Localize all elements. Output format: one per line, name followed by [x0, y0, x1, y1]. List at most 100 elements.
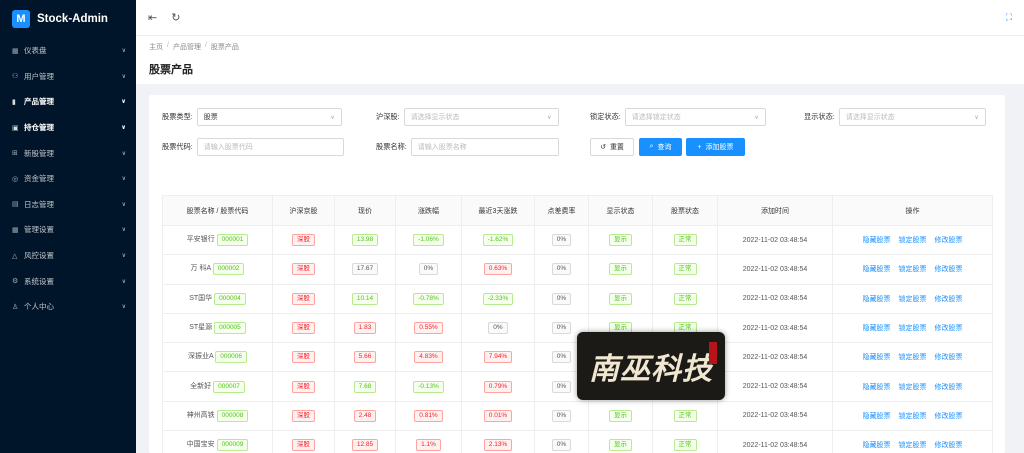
sidebar-item-position[interactable]: ▣ 持仓管理 ∨ [0, 115, 136, 141]
lock-stock-link[interactable]: 锁定股票 [899, 442, 927, 449]
ops-cell: 隐藏股票 锁定股票 修改股票 [832, 342, 993, 373]
search-icon: ⌕ [649, 143, 654, 150]
search-button[interactable]: ⌕ 查询 [639, 138, 682, 156]
hide-stock-link[interactable]: 隐藏股票 [863, 442, 891, 449]
edit-stock-link[interactable]: 修改股票 [935, 296, 963, 303]
edit-stock-link[interactable]: 修改股票 [935, 413, 963, 420]
column-header: 股票状态 [652, 195, 718, 226]
display-status-select[interactable]: 请选择显示状态 ∨ [838, 108, 986, 126]
app-logo[interactable]: M Stock-Admin [0, 0, 136, 38]
position-icon: ▣ [12, 124, 19, 132]
spread-tag: 0% [551, 263, 572, 276]
change3-tag: 2.13% [483, 439, 513, 452]
sidebar-item-log[interactable]: ▤ 日志管理 ∨ [0, 192, 136, 218]
hide-stock-link[interactable]: 隐藏股票 [863, 296, 891, 303]
lock-stock-link[interactable]: 锁定股票 [899, 325, 927, 332]
hide-stock-link[interactable]: 隐藏股票 [863, 354, 891, 361]
add-stock-button[interactable]: + 添加股票 [686, 138, 745, 156]
column-header: 点差费率 [534, 195, 589, 226]
spread-tag: 0% [551, 380, 572, 393]
sidebar-item-users[interactable]: ⚇ 用户管理 ∨ [0, 64, 136, 90]
edit-stock-link[interactable]: 修改股票 [935, 325, 963, 332]
stock-name-input[interactable]: 请输入股票名称 [410, 138, 559, 156]
change3-tag: 0.79% [483, 380, 513, 393]
edit-stock-link[interactable]: 修改股票 [935, 266, 963, 273]
market-select[interactable]: 请选择显示状态 ∨ [403, 108, 559, 126]
spread-tag: 0% [551, 292, 572, 305]
change-tag: 4.83% [414, 351, 443, 364]
breadcrumb-product[interactable]: 产品管理 [173, 42, 201, 52]
sidebar-item-dashboard[interactable]: ▦ 仪表盘 ∨ [0, 38, 136, 64]
breadcrumb-current: 股票产品 [210, 44, 239, 51]
sidebar-item-label: 日志管理 [24, 199, 54, 209]
lock-status-select[interactable]: 请选择锁定状态 ∨ [624, 108, 766, 126]
hide-stock-link[interactable]: 隐藏股票 [863, 237, 891, 244]
display-status-tag: 显示 [609, 439, 632, 452]
table-row: ST国华 000004 深股 10.14 -0.78% -2.33% 0% 显示 正常 2022… [162, 283, 993, 314]
watermark-text: 南巫科技 [589, 352, 713, 387]
ops-cell: 隐藏股票 锁定股票 修改股票 [832, 430, 993, 453]
lock-stock-link[interactable]: 锁定股票 [899, 384, 927, 391]
lock-stock-link[interactable]: 锁定股票 [899, 237, 927, 244]
edit-stock-link[interactable]: 修改股票 [935, 384, 963, 391]
hide-stock-link[interactable]: 隐藏股票 [863, 384, 891, 391]
sidebar-item-user[interactable]: ♙ 个人中心 ∨ [0, 294, 136, 320]
sidebar-item-risk[interactable]: △ 风控设置 ∨ [0, 243, 136, 269]
stock-type-field: 股票类型: 股票 ∨ [162, 108, 342, 126]
sidebar-item-admin-settings[interactable]: ▦ 管理设置 ∨ [0, 217, 136, 243]
sidebar-item-ipo[interactable]: ⊞ 新股管理 ∨ [0, 140, 136, 166]
refresh-icon[interactable]: ↻ [171, 11, 180, 24]
breadcrumb: 主页 / 产品管理 / 股票产品 [149, 42, 1011, 52]
breadcrumb-home[interactable]: 主页 [149, 42, 163, 52]
ops-cell: 隐藏股票 锁定股票 修改股票 [832, 254, 993, 285]
chevron-down-icon: ∨ [754, 114, 759, 121]
admin-settings-icon: ▦ [12, 226, 19, 234]
market-tag: 深股 [292, 439, 315, 452]
sidebar-item-funds[interactable]: ◎ 资金管理 ∨ [0, 166, 136, 192]
edit-stock-link[interactable]: 修改股票 [935, 237, 963, 244]
lock-stock-link[interactable]: 锁定股票 [899, 296, 927, 303]
price-tag: 10.14 [351, 292, 379, 305]
table-header: 股票名称 / 股票代码 沪深京股 现价 涨跌幅 最近3天涨跌 点差费率 显示状态 股票状态 添加… [162, 195, 993, 226]
edit-stock-link[interactable]: 修改股票 [935, 354, 963, 361]
chevron-down-icon: ∨ [121, 201, 126, 208]
stock-code-tag: 000009 [216, 439, 249, 452]
change-cell: 0% [395, 254, 462, 285]
change-cell: 0.81% [395, 400, 462, 432]
lock-stock-link[interactable]: 锁定股票 [899, 413, 927, 420]
stock-code-input[interactable]: 请输入股票代码 [196, 138, 344, 156]
price-cell: 7.68 [334, 371, 396, 402]
hide-stock-link[interactable]: 隐藏股票 [863, 325, 891, 332]
market-tag: 深股 [292, 380, 315, 393]
price-tag: 2.48 [353, 409, 377, 422]
fullscreen-icon[interactable]: ⛶ [1006, 12, 1012, 23]
topbar: ⇤ ↻ ⛶ [136, 0, 1024, 36]
change3-cell: 0.79% [461, 371, 535, 402]
sidebar-item-gear[interactable]: ⚙ 系统设置 ∨ [0, 268, 136, 294]
change-tag: -0.78% [413, 292, 444, 305]
hide-stock-link[interactable]: 隐藏股票 [863, 413, 891, 420]
display-cell: 显示 [588, 283, 653, 314]
hide-stock-link[interactable]: 隐藏股票 [863, 266, 891, 273]
collapse-menu-icon[interactable]: ⇤ [148, 11, 157, 24]
lock-stock-link[interactable]: 锁定股票 [899, 266, 927, 273]
display-status-tag: 显示 [609, 292, 632, 305]
change-tag: -1.06% [413, 234, 444, 247]
stock-type-select[interactable]: 股票 ∨ [196, 108, 342, 126]
add-stock-label: 添加股票 [705, 144, 734, 151]
sidebar: M Stock-Admin ▦ 仪表盘 ∨ ⚇ 用户管理 ∨ ▮ 产品管理 ∨ ▣ 持仓管理 ∨ ⊞ 新股… [0, 0, 136, 453]
stock-name: 深振业A [188, 353, 214, 361]
sidebar-item-label: 仪表盘 [24, 46, 47, 56]
spread-tag: 0% [551, 351, 572, 364]
change3-tag: -1.62% [482, 234, 514, 247]
chevron-down-icon: ∨ [121, 125, 126, 132]
sidebar-item-product[interactable]: ▮ 产品管理 ∨ [0, 89, 136, 115]
edit-stock-link[interactable]: 修改股票 [935, 442, 963, 449]
sidebar-item-label: 用户管理 [24, 71, 54, 81]
market-cell: 深股 [272, 224, 335, 256]
lock-stock-link[interactable]: 锁定股票 [899, 354, 927, 361]
display-cell: 显示 [588, 430, 653, 453]
market-tag: 深股 [292, 409, 315, 422]
reset-button[interactable]: ↺ 重置 [590, 138, 634, 156]
stock-code-tag: 000004 [214, 292, 246, 305]
